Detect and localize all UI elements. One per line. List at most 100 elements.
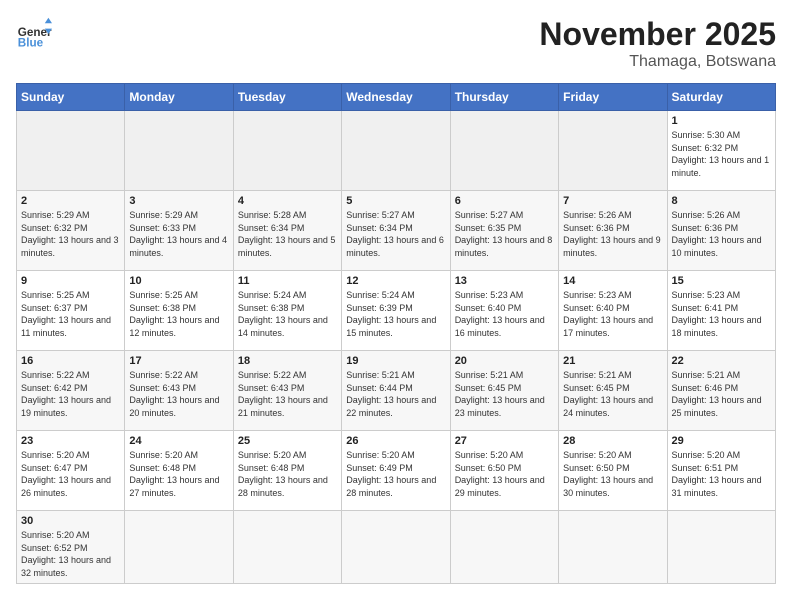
calendar-cell: 3Sunrise: 5:29 AM Sunset: 6:33 PM Daylig… — [125, 191, 233, 271]
day-info: Sunrise: 5:21 AM Sunset: 6:44 PM Dayligh… — [346, 369, 445, 419]
logo: General Blue — [16, 16, 52, 52]
calendar-cell: 27 Sunrise: 5:20 AM Sunset: 6:50 PM Dayli… — [450, 431, 558, 511]
calendar-cell — [17, 111, 125, 191]
calendar-week-row: 16Sunrise: 5:22 AM Sunset: 6:42 PM Dayli… — [17, 351, 776, 431]
calendar-cell: 15 Sunrise: 5:23 AM Sunset: 6:41 PM Dayli… — [667, 271, 775, 351]
calendar-cell: 4 Sunrise: 5:28 AM Sunset: 6:34 PM Daylig… — [233, 191, 341, 271]
calendar-cell: 6 Sunrise: 5:27 AM Sunset: 6:35 PM Daylig… — [450, 191, 558, 271]
day-number: 16 — [21, 355, 120, 367]
day-number: 14 — [563, 275, 662, 287]
day-info: Sunrise: 5:28 AM Sunset: 6:34 PM Dayligh… — [238, 209, 337, 259]
day-number: 15 — [672, 275, 771, 287]
day-info: Sunrise: 5:26 AM Sunset: 6:36 PM Dayligh… — [672, 209, 771, 259]
day-info: Sunrise: 5:20 AM Sunset: 6:52 PM Dayligh… — [21, 529, 120, 579]
month-title: November 2025 — [539, 16, 776, 53]
calendar-table: SundayMondayTuesdayWednesdayThursdayFrid… — [16, 83, 776, 584]
day-info: Sunrise: 5:26 AM Sunset: 6:36 PM Dayligh… — [563, 209, 662, 259]
day-info: Sunrise: 5:20 AM Sunset: 6:50 PM Dayligh… — [563, 449, 662, 499]
day-info: Sunrise: 5:20 AM Sunset: 6:50 PM Dayligh… — [455, 449, 554, 499]
day-number: 29 — [672, 435, 771, 447]
day-number: 9 — [21, 275, 120, 287]
calendar-cell: 1Sunrise: 5:30 AM Sunset: 6:32 PM Daylig… — [667, 111, 775, 191]
day-info: Sunrise: 5:21 AM Sunset: 6:45 PM Dayligh… — [563, 369, 662, 419]
calendar-cell — [559, 511, 667, 584]
weekday-header: Sunday — [17, 84, 125, 111]
day-number: 4 — [238, 195, 337, 207]
calendar-cell: 29 Sunrise: 5:20 AM Sunset: 6:51 PM Dayli… — [667, 431, 775, 511]
calendar-week-row: 30 Sunrise: 5:20 AM Sunset: 6:52 PM Dayli… — [17, 511, 776, 584]
day-info: Sunrise: 5:20 AM Sunset: 6:48 PM Dayligh… — [238, 449, 337, 499]
day-info: Sunrise: 5:24 AM Sunset: 6:39 PM Dayligh… — [346, 289, 445, 339]
page-header: General Blue November 2025 Thamaga, Bots… — [16, 16, 776, 71]
day-number: 18 — [238, 355, 337, 367]
day-number: 24 — [129, 435, 228, 447]
day-number: 25 — [238, 435, 337, 447]
calendar-cell: 17 Sunrise: 5:22 AM Sunset: 6:43 PM Dayli… — [125, 351, 233, 431]
calendar-cell: 24 Sunrise: 5:20 AM Sunset: 6:48 PM Dayli… — [125, 431, 233, 511]
day-number: 17 — [129, 355, 228, 367]
calendar-cell: 26 Sunrise: 5:20 AM Sunset: 6:49 PM Dayli… — [342, 431, 450, 511]
day-info: Sunrise: 5:27 AM Sunset: 6:34 PM Dayligh… — [346, 209, 445, 259]
calendar-cell — [125, 111, 233, 191]
day-info: Sunrise: 5:20 AM Sunset: 6:51 PM Dayligh… — [672, 449, 771, 499]
day-number: 13 — [455, 275, 554, 287]
calendar-cell: 5 Sunrise: 5:27 AM Sunset: 6:34 PM Daylig… — [342, 191, 450, 271]
location-title: Thamaga, Botswana — [539, 53, 776, 71]
calendar-cell: 23 Sunrise: 5:20 AM Sunset: 6:47 PM Dayli… — [17, 431, 125, 511]
calendar-cell — [342, 511, 450, 584]
day-info: Sunrise: 5:20 AM Sunset: 6:48 PM Dayligh… — [129, 449, 228, 499]
calendar-cell — [233, 511, 341, 584]
calendar-week-row: 23 Sunrise: 5:20 AM Sunset: 6:47 PM Dayli… — [17, 431, 776, 511]
day-number: 19 — [346, 355, 445, 367]
svg-text:Blue: Blue — [18, 37, 44, 50]
day-number: 30 — [21, 515, 120, 527]
weekday-header: Wednesday — [342, 84, 450, 111]
day-info: Sunrise: 5:23 AM Sunset: 6:41 PM Dayligh… — [672, 289, 771, 339]
day-number: 26 — [346, 435, 445, 447]
calendar-cell: 19 Sunrise: 5:21 AM Sunset: 6:44 PM Dayli… — [342, 351, 450, 431]
calendar-cell: 7Sunrise: 5:26 AM Sunset: 6:36 PM Daylig… — [559, 191, 667, 271]
day-info: Sunrise: 5:29 AM Sunset: 6:32 PM Dayligh… — [21, 209, 120, 259]
calendar-cell — [450, 111, 558, 191]
day-number: 3 — [129, 195, 228, 207]
day-number: 11 — [238, 275, 337, 287]
title-block: November 2025 Thamaga, Botswana — [539, 16, 776, 71]
weekday-header-row: SundayMondayTuesdayWednesdayThursdayFrid… — [17, 84, 776, 111]
calendar-cell: 9 Sunrise: 5:25 AM Sunset: 6:37 PM Daylig… — [17, 271, 125, 351]
day-number: 5 — [346, 195, 445, 207]
calendar-cell: 16Sunrise: 5:22 AM Sunset: 6:42 PM Dayli… — [17, 351, 125, 431]
day-number: 27 — [455, 435, 554, 447]
calendar-cell — [342, 111, 450, 191]
calendar-cell: 13 Sunrise: 5:23 AM Sunset: 6:40 PM Dayli… — [450, 271, 558, 351]
day-info: Sunrise: 5:21 AM Sunset: 6:45 PM Dayligh… — [455, 369, 554, 419]
day-info: Sunrise: 5:25 AM Sunset: 6:37 PM Dayligh… — [21, 289, 120, 339]
calendar-cell: 30 Sunrise: 5:20 AM Sunset: 6:52 PM Dayli… — [17, 511, 125, 584]
calendar-cell: 8 Sunrise: 5:26 AM Sunset: 6:36 PM Daylig… — [667, 191, 775, 271]
day-info: Sunrise: 5:20 AM Sunset: 6:47 PM Dayligh… — [21, 449, 120, 499]
calendar-cell: 28Sunrise: 5:20 AM Sunset: 6:50 PM Dayli… — [559, 431, 667, 511]
weekday-header: Thursday — [450, 84, 558, 111]
calendar-cell — [125, 511, 233, 584]
day-number: 10 — [129, 275, 228, 287]
day-number: 8 — [672, 195, 771, 207]
day-info: Sunrise: 5:27 AM Sunset: 6:35 PM Dayligh… — [455, 209, 554, 259]
calendar-cell — [667, 511, 775, 584]
day-info: Sunrise: 5:23 AM Sunset: 6:40 PM Dayligh… — [455, 289, 554, 339]
day-info: Sunrise: 5:30 AM Sunset: 6:32 PM Dayligh… — [672, 129, 771, 179]
calendar-cell — [559, 111, 667, 191]
day-info: Sunrise: 5:20 AM Sunset: 6:49 PM Dayligh… — [346, 449, 445, 499]
calendar-cell: 22Sunrise: 5:21 AM Sunset: 6:46 PM Dayli… — [667, 351, 775, 431]
weekday-header: Monday — [125, 84, 233, 111]
calendar-cell: 21Sunrise: 5:21 AM Sunset: 6:45 PM Dayli… — [559, 351, 667, 431]
day-info: Sunrise: 5:23 AM Sunset: 6:40 PM Dayligh… — [563, 289, 662, 339]
day-number: 23 — [21, 435, 120, 447]
day-info: Sunrise: 5:25 AM Sunset: 6:38 PM Dayligh… — [129, 289, 228, 339]
calendar-cell — [233, 111, 341, 191]
day-number: 20 — [455, 355, 554, 367]
day-info: Sunrise: 5:24 AM Sunset: 6:38 PM Dayligh… — [238, 289, 337, 339]
day-info: Sunrise: 5:22 AM Sunset: 6:43 PM Dayligh… — [129, 369, 228, 419]
day-number: 6 — [455, 195, 554, 207]
weekday-header: Saturday — [667, 84, 775, 111]
calendar-cell: 20 Sunrise: 5:21 AM Sunset: 6:45 PM Dayli… — [450, 351, 558, 431]
day-info: Sunrise: 5:21 AM Sunset: 6:46 PM Dayligh… — [672, 369, 771, 419]
